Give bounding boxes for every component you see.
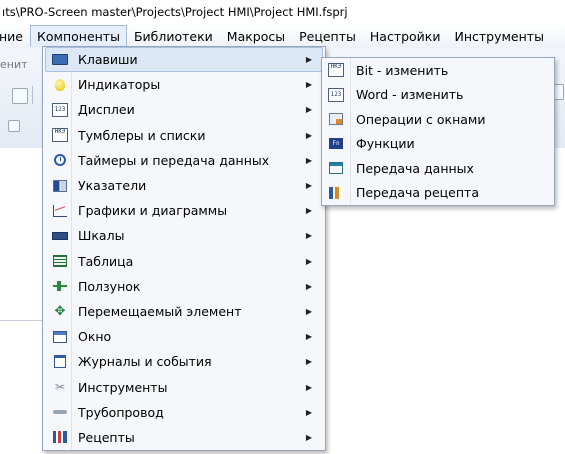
scale-icon (52, 228, 68, 244)
toolbar-grip-icon[interactable] (8, 120, 20, 132)
menu-item-slider[interactable]: Ползунок ▶ (45, 274, 323, 299)
window-ops-icon (328, 111, 344, 127)
bulb-icon (52, 77, 68, 93)
clock-icon (52, 152, 68, 168)
menu-item-label: Таймеры и передача данных (78, 152, 270, 168)
menu-item-label: Инструменты (78, 379, 168, 395)
menu-item-label: Графики и диаграммы (78, 203, 228, 219)
menu-libraries[interactable]: Библиотеки (127, 25, 220, 47)
submenu-item-label: Word - изменить (356, 87, 464, 103)
menu-item-label: Дисплеи (78, 102, 135, 118)
toolbar-separator (32, 86, 33, 104)
menu-item-timers[interactable]: Таймеры и передача данных ▶ (45, 148, 323, 173)
menu-settings[interactable]: Настройки (363, 25, 448, 47)
window-title: ıts\PRO-Screen master\Projects\Project H… (0, 0, 565, 24)
toolbar-partial-label: енит (0, 58, 28, 71)
tools-icon: ✂ (54, 380, 66, 395)
menu-item-table[interactable]: Таблица ▶ (45, 249, 323, 274)
submenu-arrow-icon: ▶ (305, 332, 313, 342)
submenu-item-label: Bit - изменить (356, 62, 449, 78)
submenu-arrow-icon: ▶ (305, 306, 313, 316)
submenu-item-recipe-transfer[interactable]: Передача рецепта (324, 181, 552, 206)
menu-item-label: Журналы и события (78, 354, 212, 370)
menu-item-displays[interactable]: 123 Дисплеи ▶ (45, 97, 323, 122)
submenu-arrow-icon: ▶ (305, 432, 313, 442)
menu-macros[interactable]: Макросы (220, 25, 292, 47)
menu-tools[interactable]: Инструменты (447, 25, 550, 47)
menu-item-label: Ползунок (78, 278, 141, 294)
graph-icon (52, 203, 68, 219)
move-icon: ✥ (54, 303, 66, 319)
keys-submenu: НКЭ Bit - изменить 123 Word - изменить О… (321, 57, 555, 206)
menu-item-pointers[interactable]: Указатели ▶ (45, 173, 323, 198)
submenu-arrow-icon: ▶ (305, 130, 313, 140)
menu-bar: ние Компоненты Библиотеки Макросы Рецепт… (0, 24, 565, 48)
submenu-arrow-icon: ▶ (305, 206, 313, 216)
menu-item-pipeline[interactable]: Трубопровод ▶ (45, 400, 323, 425)
numeric-display-icon: 123 (52, 102, 68, 118)
menu-item-logs[interactable]: Журналы и события ▶ (45, 349, 323, 374)
submenu-item-data-transfer[interactable]: Передача данных (324, 156, 552, 181)
table-icon (52, 253, 68, 269)
menu-item-recipes[interactable]: Рецепты ▶ (45, 425, 323, 450)
submenu-item-label: Передача рецепта (356, 185, 479, 201)
submenu-arrow-icon: ▶ (305, 155, 313, 165)
menu-item-label: Трубопровод (78, 404, 164, 420)
pointer-icon (52, 178, 68, 194)
workspace-divider (0, 320, 44, 321)
menu-item-label: Тумблеры и списки (78, 127, 206, 143)
submenu-arrow-icon: ▶ (305, 281, 313, 291)
recipe-transfer-icon (328, 185, 344, 201)
toggle-icon: НКЭ (52, 127, 68, 143)
log-icon (52, 354, 68, 370)
menu-item-label: Указатели (78, 178, 147, 194)
submenu-item-functions[interactable]: Fn Функции (324, 132, 552, 157)
menu-item-label: Таблица (78, 253, 134, 269)
recipe-icon (52, 429, 68, 445)
window-icon (52, 329, 68, 345)
function-icon: Fn (328, 136, 344, 152)
menu-item-tools[interactable]: ✂ Инструменты ▶ (45, 374, 323, 399)
toolbar-button-icon[interactable] (12, 88, 28, 104)
menu-item-keys[interactable]: Клавиши ▶ (45, 47, 323, 73)
menu-item-label: Рецепты (78, 429, 135, 445)
submenu-arrow-icon: ▶ (305, 231, 313, 241)
menu-item-indicators[interactable]: Индикаторы ▶ (45, 72, 323, 97)
bit-key-icon: НКЭ (328, 62, 344, 78)
menu-item-label: Перемещаемый элемент (78, 303, 242, 319)
submenu-arrow-icon: ▶ (305, 181, 313, 191)
submenu-item-word-change[interactable]: 123 Word - изменить (324, 83, 552, 108)
menu-item-graphs[interactable]: Графики и диаграммы ▶ (45, 198, 323, 223)
submenu-arrow-icon: ▶ (305, 357, 313, 367)
menu-recipes[interactable]: Рецепты (292, 25, 363, 47)
slider-icon (52, 278, 68, 294)
menu-item-scales[interactable]: Шкалы ▶ (45, 223, 323, 248)
submenu-arrow-icon: ▶ (305, 105, 313, 115)
submenu-arrow-icon: ▶ (305, 407, 313, 417)
menu-edit[interactable]: ние (0, 25, 30, 47)
submenu-arrow-icon: ▶ (305, 256, 313, 266)
menu-item-label: Окно (78, 329, 112, 345)
submenu-item-window-ops[interactable]: Операции с окнами (324, 107, 552, 132)
menu-item-label: Индикаторы (78, 77, 161, 93)
data-transfer-icon (328, 160, 344, 176)
menu-item-movable[interactable]: ✥ Перемещаемый элемент ▶ (45, 299, 323, 324)
word-key-icon: 123 (328, 87, 344, 103)
submenu-arrow-icon: ▶ (305, 80, 313, 90)
pipe-icon (52, 404, 68, 420)
submenu-item-label: Операции с окнами (356, 111, 486, 127)
submenu-item-bit-change[interactable]: НКЭ Bit - изменить (324, 58, 552, 83)
components-menu: Клавиши ▶ Индикаторы ▶ 123 Дисплеи ▶ НКЭ… (42, 46, 326, 451)
keyboard-icon (52, 52, 68, 68)
menu-components[interactable]: Компоненты (30, 25, 127, 47)
submenu-item-label: Передача данных (356, 160, 474, 176)
submenu-arrow-icon: ▶ (305, 382, 313, 392)
menu-item-label: Клавиши (78, 52, 138, 68)
menu-item-toggles[interactable]: НКЭ Тумблеры и списки ▶ (45, 123, 323, 148)
menu-item-label: Шкалы (78, 228, 125, 244)
submenu-arrow-icon: ▶ (305, 55, 313, 65)
menu-item-window[interactable]: Окно ▶ (45, 324, 323, 349)
submenu-item-label: Функции (356, 136, 415, 152)
